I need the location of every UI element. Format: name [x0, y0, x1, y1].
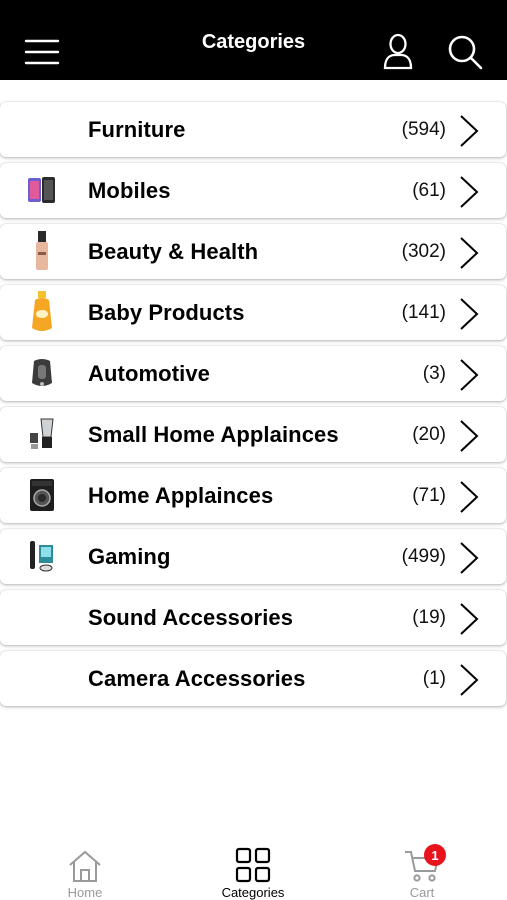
- chevron-right-icon: [460, 420, 479, 452]
- category-count: (3): [422, 362, 446, 384]
- chevron-right-icon: [460, 359, 479, 391]
- category-row-baby-products[interactable]: Baby Products (141): [0, 285, 506, 340]
- chevron-right-icon: [460, 664, 479, 696]
- home-icon: [67, 846, 103, 883]
- category-thumbnail: [24, 108, 60, 150]
- tab-cart-label: Cart: [409, 885, 435, 900]
- category-name: Automotive: [88, 360, 210, 386]
- category-count: (71): [412, 484, 446, 506]
- top-bar: Categories: [0, 0, 507, 80]
- chevron-right-icon: [460, 298, 479, 330]
- category-count: (20): [412, 423, 446, 445]
- car-seat-icon: [24, 352, 60, 394]
- chevron-right-icon: [460, 237, 479, 269]
- category-row-sound-accessories[interactable]: Sound Accessories (19): [0, 590, 506, 645]
- category-name: Small Home Applainces: [88, 421, 339, 447]
- category-count: (594): [401, 118, 446, 140]
- category-row-furniture[interactable]: Furniture (594): [0, 102, 506, 157]
- console-icon: [24, 535, 60, 577]
- category-name: Furniture: [88, 116, 186, 142]
- category-list: Furniture (594) Mobiles (61) Beauty & He…: [0, 102, 507, 712]
- category-name: Beauty & Health: [88, 238, 259, 264]
- category-row-automotive[interactable]: Automotive (3): [0, 346, 506, 401]
- category-row-gaming[interactable]: Gaming (499): [0, 529, 506, 584]
- chevron-right-icon: [460, 176, 479, 208]
- category-row-small-home-appliances[interactable]: Small Home Applainces (20): [0, 407, 506, 462]
- category-count: (141): [401, 301, 446, 323]
- category-name: Camera Accessories: [88, 665, 306, 691]
- chevron-right-icon: [460, 481, 479, 513]
- category-name: Sound Accessories: [88, 604, 294, 630]
- tab-categories-label: Categories: [221, 885, 285, 900]
- tab-cart[interactable]: 1 Cart: [367, 830, 477, 900]
- category-row-home-appliances[interactable]: Home Applainces (71): [0, 468, 506, 523]
- phone-thumbnail-icon: [24, 169, 60, 211]
- chevron-right-icon: [460, 603, 479, 635]
- grid-icon: [235, 846, 271, 883]
- washing-machine-icon: [24, 474, 60, 516]
- foundation-bottle-icon: [24, 230, 60, 272]
- category-count: (61): [412, 179, 446, 201]
- tab-categories[interactable]: Categories: [198, 830, 308, 900]
- tab-home-label: Home: [67, 885, 103, 900]
- category-name: Baby Products: [88, 299, 245, 325]
- category-count: (1): [422, 667, 446, 689]
- tab-home[interactable]: Home: [30, 830, 140, 900]
- chevron-right-icon: [460, 542, 479, 574]
- category-row-mobiles[interactable]: Mobiles (61): [0, 163, 506, 218]
- baby-shampoo-icon: [24, 291, 60, 333]
- category-name: Gaming: [88, 543, 171, 569]
- category-row-beauty-health[interactable]: Beauty & Health (302): [0, 224, 506, 279]
- category-count: (302): [401, 240, 446, 262]
- search-icon[interactable]: [444, 32, 486, 72]
- blender-icon: [24, 413, 60, 455]
- page-title: Categories: [201, 30, 306, 53]
- category-name: Mobiles: [88, 177, 171, 203]
- category-thumbnail: [24, 596, 60, 638]
- hamburger-menu-icon[interactable]: [22, 34, 62, 70]
- category-name: Home Applainces: [88, 482, 274, 508]
- category-row-camera-accessories[interactable]: Camera Accessories (1): [0, 651, 506, 706]
- category-count: (19): [412, 606, 446, 628]
- cart-count-badge: 1: [424, 844, 446, 866]
- chevron-right-icon: [460, 115, 479, 147]
- category-count: (499): [401, 545, 446, 567]
- user-icon[interactable]: [380, 32, 416, 72]
- bottom-tab-bar: Home Categories 1 Cart: [0, 830, 507, 900]
- category-thumbnail: [24, 657, 60, 699]
